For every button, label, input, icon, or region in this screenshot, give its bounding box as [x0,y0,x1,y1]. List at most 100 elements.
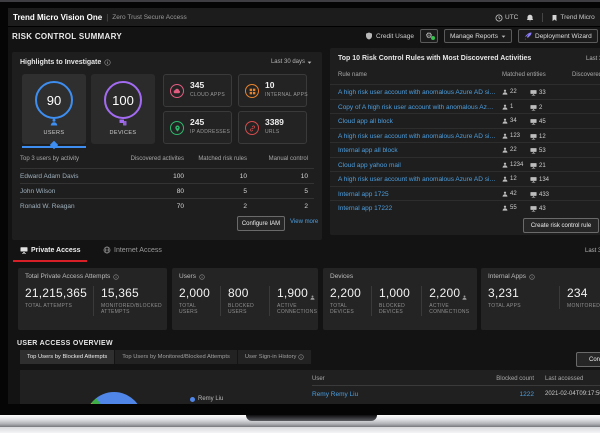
chevron-down-icon [307,60,312,65]
devices-ring: 100 [104,81,142,119]
card-users: Users 2,000 TOTAL USERS 800 BLOCKED USER… [172,268,318,330]
active-connections-icon [310,295,315,300]
stat-monitored-blocked-attempts: 15,365 MONITORED/BLOCKED ATTEMPTS [93,286,162,316]
device-icon [530,89,537,96]
top-rules-title: Top 10 Risk Control Rules with Most Disc… [338,55,532,62]
info-icon[interactable] [104,59,111,66]
stat-blocked-users: 800 BLOCKED USERS [220,286,262,316]
rule-row: A high risk user account with anomalous … [330,171,600,187]
top-rules-period-dropdown[interactable]: Last 30 days [586,56,600,62]
column-header-last-accessed: Last accessed [545,376,584,382]
table-row[interactable]: Ronald W. Reagan 70 2 2 [20,198,314,214]
pie-legend-item[interactable]: Remy Liu [190,396,223,402]
bookmark-icon [551,14,558,22]
highlight-card-urls[interactable]: 3389 URLS [238,111,307,144]
highlights-period-dropdown[interactable]: Last 30 days [271,59,312,65]
column-header-user: User [312,376,325,382]
rule-name-link[interactable]: Internal app 1725 [338,191,389,198]
rule-name-link[interactable]: Cloud app all block [338,118,393,125]
page-title: RISK CONTROL SUMMARY [12,32,122,41]
card-title: Devices [330,273,354,280]
highlight-card-internal-apps[interactable]: 10 INTERNAL APPS [238,74,308,107]
cloud-icon [170,84,184,98]
top-rules-panel: Top 10 Risk Control Rules with Most Disc… [330,48,600,235]
configure-button[interactable]: Configure [576,352,600,367]
timezone-display[interactable]: UTC [495,14,518,22]
laptop-mockup: Trend Micro Vision One | Zero Trust Secu… [0,0,600,433]
active-connections-icon [462,295,467,300]
titlebar-divider [542,13,544,22]
user-icon [502,205,508,211]
configure-iam-button[interactable]: Configure IAM [237,216,285,231]
card-devices: Devices 2,200 TOTAL DEVICES 1,000 BLOCKE… [323,268,477,330]
location-pin-icon [170,121,184,135]
deployment-wizard-button[interactable]: Deployment Wizard [518,29,598,43]
blocked-count-link[interactable]: 1222 [448,391,534,398]
tab-top-users-monitored-blocked[interactable]: Top Users by Monitored/Blocked Attempts [115,350,238,364]
credit-usage-button[interactable]: Credit Usage [365,32,414,40]
screen: Trend Micro Vision One | Zero Trust Secu… [8,8,600,404]
laptop-notch [246,415,377,421]
table-divider [312,385,600,386]
last-accessed-value: 2021-02-04T09:17:50Z [545,391,600,397]
rule-name-link[interactable]: Internal app all block [338,147,398,154]
rule-name-link[interactable]: Copy of A high risk user account with an… [338,104,496,111]
device-icon [530,191,537,198]
tab-private-access[interactable]: Private Access [20,246,81,254]
info-icon[interactable] [113,273,119,280]
device-icon [530,205,537,212]
tab-internet-access[interactable]: Internet Access [103,246,162,254]
device-icon [530,162,537,169]
tab-user-sign-in-history[interactable]: User Sign-in History [237,350,313,364]
tab-top-users-blocked[interactable]: Top Users by Blocked Attempts [20,350,116,364]
user-icon [502,191,508,197]
blocked-attempts-pie-chart[interactable] [85,392,143,404]
monitor-icon [20,246,28,254]
user-link[interactable]: Remy Remy Liu [312,391,358,398]
highlight-card-cloud-apps[interactable]: 345 CLOUD APPS [163,74,232,107]
column-header-user: Top 3 users by activity [20,156,80,162]
rule-name-link[interactable]: Internal app 17222 [338,205,392,212]
rule-name-link[interactable]: Cloud app yahoo mail [338,162,401,169]
app-subtitle: Zero Trust Secure Access [112,13,187,21]
user-icon [502,104,508,110]
notifications-bell-icon[interactable] [526,14,534,22]
title-separator: | [106,12,109,22]
column-header-rule-name: Rule name [338,72,368,78]
rule-name-link[interactable]: A high risk user account with anomalous … [338,133,496,140]
column-header-discovered: Discovered activites [130,156,184,162]
bookmark-menu[interactable]: Trend Micro [551,14,595,22]
column-header-blocked-count: Blocked count [496,376,534,382]
devices-icon [119,118,127,126]
rule-name-link[interactable]: A high risk user account with anomalous … [338,89,496,96]
table-row[interactable]: Edward Adam Davis 100 10 10 [20,168,314,184]
stat-total-apps: 3,231 TOTAL APPS [488,286,521,309]
device-icon [530,147,537,154]
stat-active-connections: 2,200 ACTIVE CONNECTIONS [421,286,470,316]
card-total-private-access-attempts: Total Private Access Attempts 21,215,365… [18,268,167,330]
highlight-card-ip-addresses[interactable]: 245 IP ADDRESSES [163,111,232,144]
column-header-matched-entities: Matched entities [502,72,546,78]
highlight-card-users[interactable]: 90 USERS [22,74,86,144]
user-icon [502,133,508,139]
user-access-content: Remy Liu User Blocked count Last accesse… [20,370,600,404]
manage-reports-button[interactable]: Manage Reports [443,29,512,43]
stat-total-devices: 2,200 TOTAL DEVICES [330,286,362,316]
rule-row: Internal app 17222 55 43 [330,200,600,216]
access-period-dropdown[interactable]: Last 30 days [585,248,600,254]
apps-grid-icon [245,84,259,98]
create-risk-control-rule-button[interactable]: Create risk control rule [523,218,599,233]
info-icon[interactable] [529,273,535,280]
clock-icon [495,14,503,22]
highlight-card-devices[interactable]: 100 DEVICES [91,74,155,144]
chevron-down-icon [501,34,506,39]
user-access-tabs: Top Users by Blocked Attempts Top Users … [20,350,313,364]
info-icon[interactable] [199,273,205,280]
settings-button[interactable]: ⚙ [419,29,438,43]
rule-name-link[interactable]: A high risk user account with anomalous … [338,176,496,183]
view-more-link[interactable]: View more [290,219,318,225]
table-row[interactable]: John Wilson 80 5 5 [20,183,314,199]
rule-row: Cloud app all block 34 45 [330,113,600,129]
stat-monitored-blocked: 234 MONITORED/BLOCKED [559,286,600,310]
stat-blocked-devices: 1,000 BLOCKED DEVICES [371,286,414,316]
